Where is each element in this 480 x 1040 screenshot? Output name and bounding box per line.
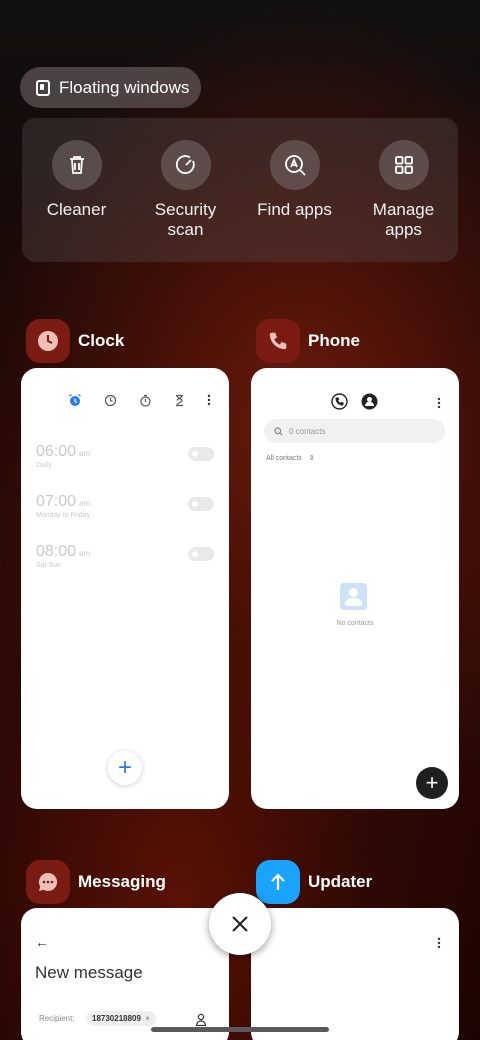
recipient-label: Recipient: (39, 1014, 75, 1023)
clock-recent-card[interactable]: 06:00 am Daily 07:00 am Monday to Friday 0… (21, 368, 229, 809)
manage-apps-label: Manage apps (372, 200, 435, 239)
alarm-time: 06:00 (36, 443, 77, 460)
alarm-ampm: am (79, 449, 91, 458)
clock-app-name: Clock (78, 331, 125, 350)
updater-app-name: Updater (308, 872, 373, 891)
clock-app-header[interactable]: Clock (26, 319, 124, 363)
find-apps-label: Find apps (257, 200, 332, 219)
back-arrow-icon[interactable]: ← (35, 934, 49, 950)
security-scan-icon (160, 140, 211, 190)
trash-icon (51, 140, 102, 190)
more-icon[interactable] (437, 937, 441, 949)
new-message-title: New message (35, 963, 143, 982)
close-icon (232, 916, 248, 932)
manage-apps-tool[interactable]: Manage apps (354, 140, 454, 262)
add-contact-button[interactable]: + (416, 767, 448, 799)
find-apps-icon (269, 140, 320, 190)
contacts-filter-dropdown[interactable]: All contacts ⇕ (266, 454, 315, 462)
alarm-toggle[interactable] (188, 497, 214, 511)
remove-icon[interactable]: × (145, 1014, 150, 1023)
messaging-app-header[interactable]: Messaging (26, 860, 166, 904)
floating-windows-button[interactable]: Floating windows (20, 67, 201, 108)
alarm-time: 07:00 (36, 493, 77, 510)
floating-window-icon (36, 79, 50, 96)
contact-picker-icon[interactable] (195, 1013, 207, 1026)
grid-icon (378, 140, 429, 190)
find-apps-tool[interactable]: Find apps (245, 140, 345, 262)
stopwatch-icon[interactable] (139, 394, 152, 407)
security-scan-label: Security scan (154, 200, 217, 239)
messaging-app-icon (26, 860, 70, 904)
search-placeholder: 0 contacts (289, 426, 326, 436)
alarm-repeat: Sat Sun (36, 562, 61, 569)
messaging-app-name: Messaging (78, 872, 166, 891)
sort-arrows-icon: ⇕ (308, 455, 315, 462)
clock-app-icon (26, 319, 70, 363)
alarm-repeat: Daily (36, 462, 52, 469)
plus-icon: + (425, 770, 439, 795)
updater-app-header[interactable]: Updater (256, 860, 372, 904)
phone-app-name: Phone (308, 331, 360, 350)
search-icon (274, 426, 283, 436)
plus-icon: + (117, 754, 132, 781)
alarm-time: 08:00 (36, 543, 77, 560)
clear-all-button[interactable] (209, 893, 271, 955)
alarm-toggle[interactable] (188, 447, 214, 461)
messaging-recent-card[interactable]: ← New message Recipient: 18730218809 × (21, 908, 229, 1040)
alarm-icon[interactable] (68, 393, 82, 407)
world-clock-icon[interactable] (104, 394, 117, 407)
cleaner-tool[interactable]: Cleaner (27, 140, 127, 262)
alarm-toggle[interactable] (188, 547, 214, 561)
phone-tab-icon[interactable] (331, 393, 348, 410)
filter-label: All contacts (266, 455, 302, 462)
contacts-tab-icon[interactable] (361, 393, 378, 410)
more-icon[interactable] (207, 394, 211, 406)
alarm-ampm: am (79, 499, 91, 508)
clock-tabs (68, 393, 211, 407)
empty-contacts-text: No contacts (336, 620, 374, 627)
contacts-search-input[interactable]: 0 contacts (264, 419, 445, 443)
recipient-chip[interactable]: 18730218809 × (86, 1011, 156, 1026)
empty-contacts-icon (340, 583, 367, 610)
updater-app-icon (256, 860, 300, 904)
phone-app-icon (256, 319, 300, 363)
phone-recent-card[interactable]: 0 contacts All contacts ⇕ No contacts + (251, 368, 459, 809)
security-scan-tool[interactable]: Security scan (136, 140, 236, 262)
floating-windows-label: Floating windows (59, 77, 190, 97)
updater-recent-card[interactable] (251, 908, 459, 1040)
alarm-item[interactable]: 08:00 am Sat Sun (36, 543, 214, 569)
quick-tools-panel: Cleaner Security scan Find apps Manage a… (22, 118, 458, 262)
more-icon[interactable] (437, 397, 441, 409)
alarm-item[interactable]: 07:00 am Monday to Friday (36, 493, 214, 519)
alarm-ampm: am (79, 549, 91, 558)
home-indicator[interactable] (151, 1027, 329, 1032)
add-alarm-button[interactable]: + (108, 751, 142, 785)
phone-app-header[interactable]: Phone (256, 319, 360, 363)
timer-icon[interactable] (174, 394, 185, 407)
recipient-number: 18730218809 (92, 1014, 141, 1023)
alarm-repeat: Monday to Friday (36, 512, 91, 519)
cleaner-label: Cleaner (46, 200, 107, 219)
alarm-item[interactable]: 06:00 am Daily (36, 443, 214, 469)
